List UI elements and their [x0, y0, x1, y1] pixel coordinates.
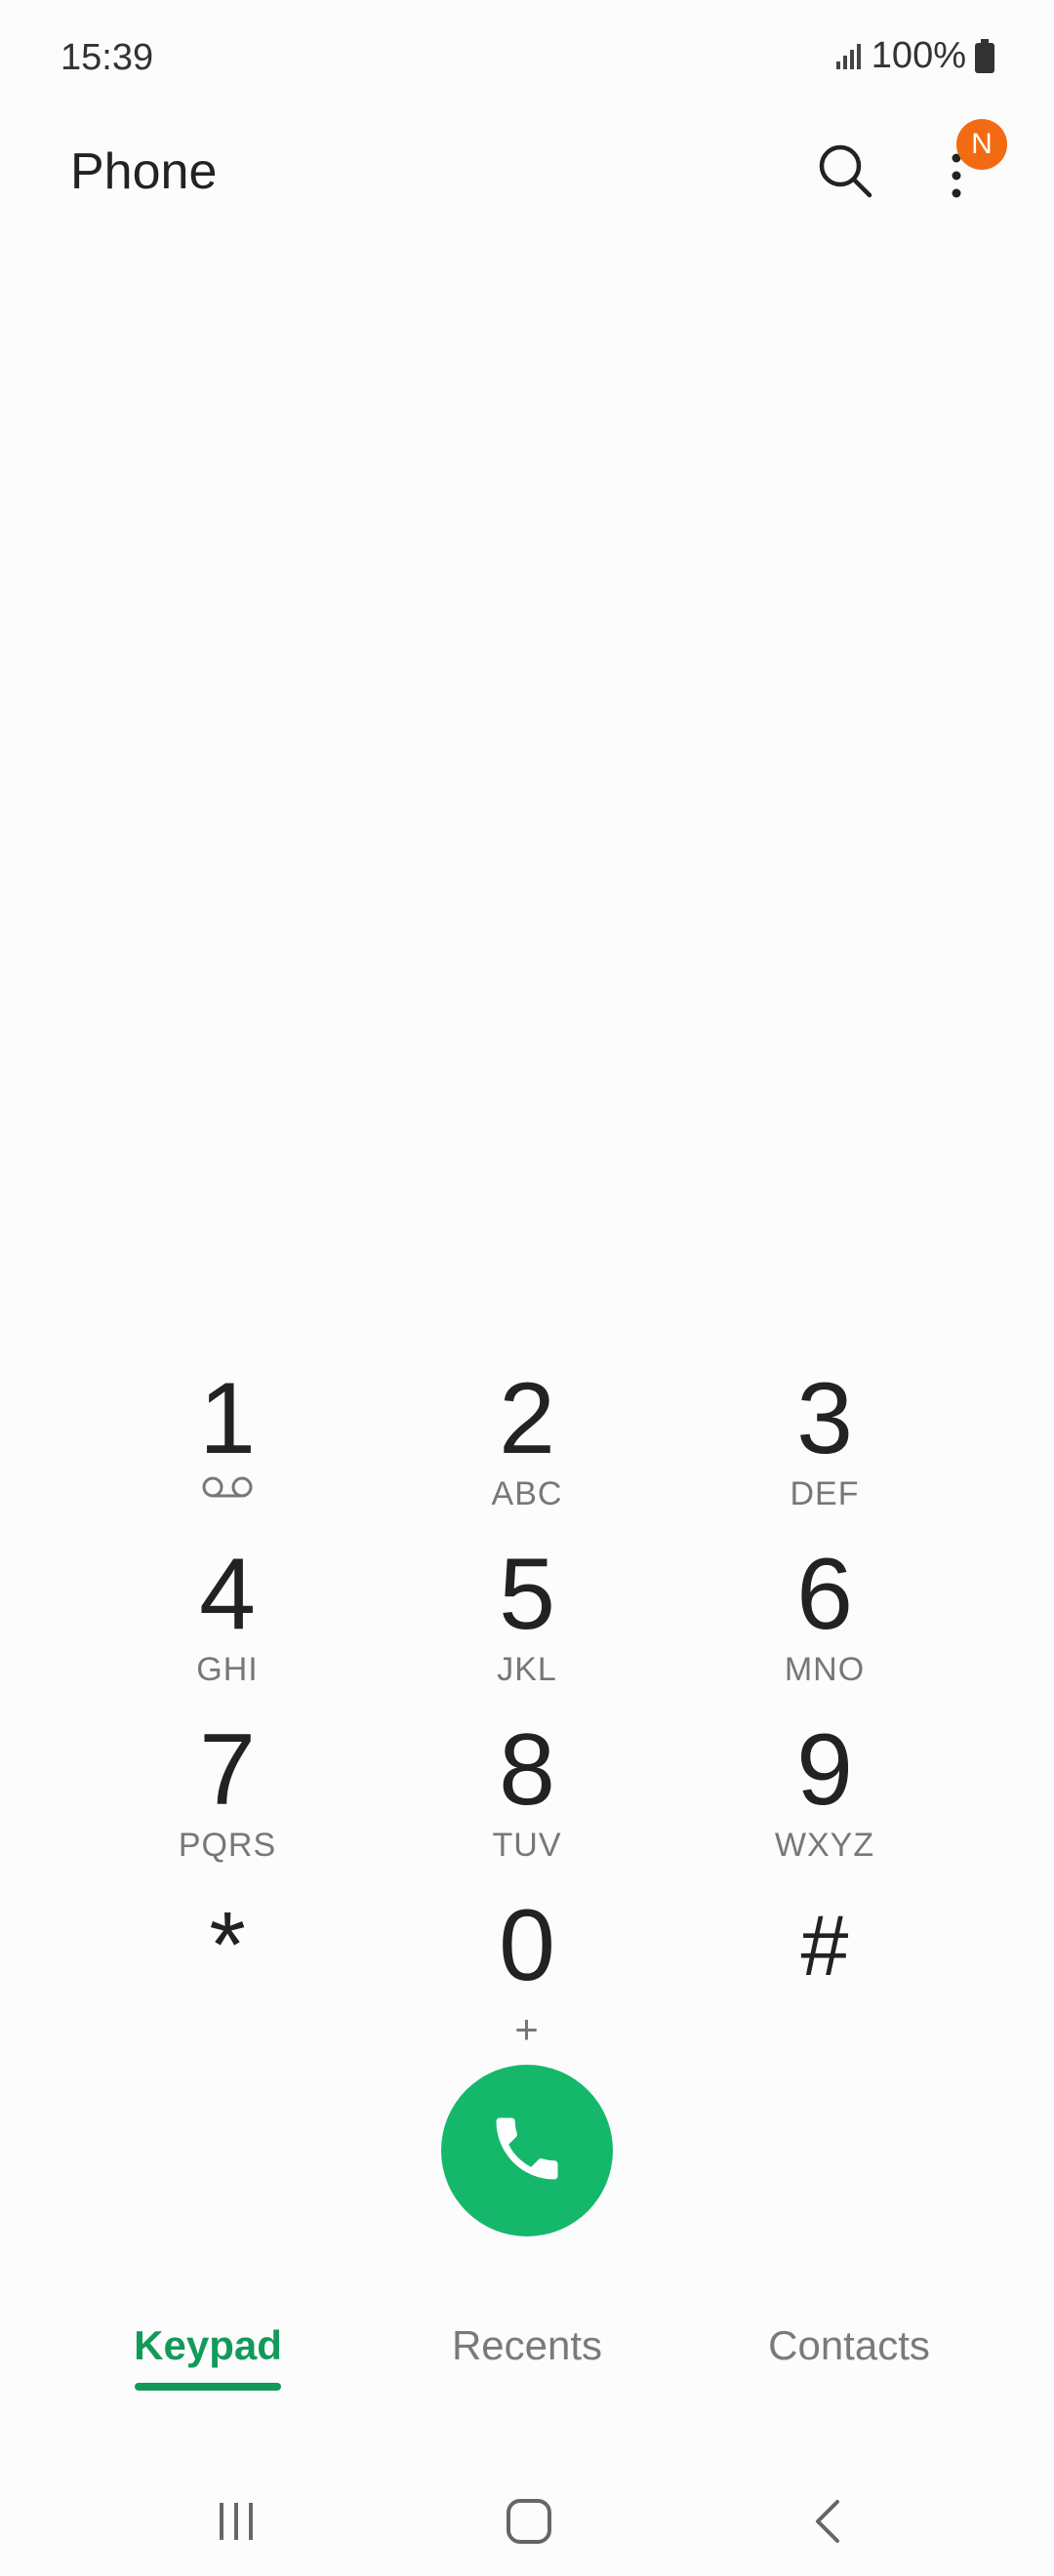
key-digit: 6 — [796, 1538, 853, 1651]
tab-contacts[interactable]: Contacts — [742, 2322, 956, 2369]
key-letters: WXYZ — [774, 1827, 875, 1864]
key-digit: # — [800, 1897, 849, 1993]
key-0[interactable]: 0 + — [420, 1895, 634, 2061]
tab-recents[interactable]: Recents — [434, 2322, 620, 2369]
key-digit: 3 — [796, 1362, 853, 1475]
search-icon — [816, 144, 874, 204]
key-digit: 0 — [499, 1889, 555, 2002]
key-digit: 9 — [796, 1713, 853, 1827]
key-letters: MNO — [784, 1651, 866, 1688]
key-letters: ABC — [491, 1475, 563, 1512]
key-digit: 8 — [499, 1713, 555, 1827]
phone-icon — [486, 2108, 568, 2194]
key-letters: PQRS — [178, 1827, 277, 1864]
key-digit: 2 — [499, 1362, 555, 1475]
key-digit: * — [209, 1893, 246, 1997]
system-nav-bar — [0, 2469, 1054, 2576]
page-title: Phone — [70, 143, 218, 200]
key-letters: TUV — [492, 1827, 562, 1864]
key-star[interactable]: * — [120, 1895, 335, 2061]
battery-icon — [974, 38, 995, 74]
home-icon — [504, 2496, 554, 2552]
status-time: 15:39 — [61, 37, 154, 78]
notification-badge: N — [956, 119, 1007, 170]
back-icon — [806, 2496, 849, 2552]
call-button[interactable] — [441, 2065, 613, 2236]
recent-apps-icon — [212, 2497, 261, 2551]
status-bar: 15:39 100% — [0, 0, 1054, 117]
key-digit: 7 — [199, 1713, 256, 1827]
key-2[interactable]: 2 ABC — [420, 1368, 634, 1534]
key-8[interactable]: 8 TUV — [420, 1719, 634, 1885]
key-1[interactable]: 1 — [120, 1368, 335, 1534]
recent-apps-button[interactable] — [197, 2484, 275, 2562]
key-9[interactable]: 9 WXYZ — [717, 1719, 932, 1885]
key-letters: JKL — [497, 1651, 557, 1688]
tab-active-indicator — [135, 2383, 281, 2391]
key-digit: 1 — [199, 1362, 256, 1475]
back-button[interactable] — [789, 2484, 867, 2562]
key-letters: GHI — [196, 1651, 259, 1688]
key-6[interactable]: 6 MNO — [717, 1544, 932, 1710]
signal-icon — [834, 42, 864, 71]
search-button[interactable] — [816, 141, 874, 200]
more-vert-icon — [937, 153, 976, 219]
home-button[interactable] — [490, 2484, 568, 2562]
key-4[interactable]: 4 GHI — [120, 1544, 335, 1710]
key-letters: DEF — [790, 1475, 860, 1512]
voicemail-icon — [120, 1475, 335, 1504]
status-indicators: 100% — [834, 35, 995, 77]
key-5[interactable]: 5 JKL — [420, 1544, 634, 1710]
key-digit: 5 — [499, 1538, 555, 1651]
key-hash[interactable]: # — [717, 1895, 932, 2061]
key-3[interactable]: 3 DEF — [717, 1368, 932, 1534]
tab-keypad[interactable]: Keypad — [125, 2322, 291, 2369]
key-letters: + — [514, 2006, 540, 2052]
bottom-tabs: Keypad Recents Contacts — [0, 2322, 1054, 2420]
battery-level: 100% — [871, 35, 966, 76]
key-7[interactable]: 7 PQRS — [120, 1719, 335, 1885]
key-digit: 4 — [199, 1538, 256, 1651]
